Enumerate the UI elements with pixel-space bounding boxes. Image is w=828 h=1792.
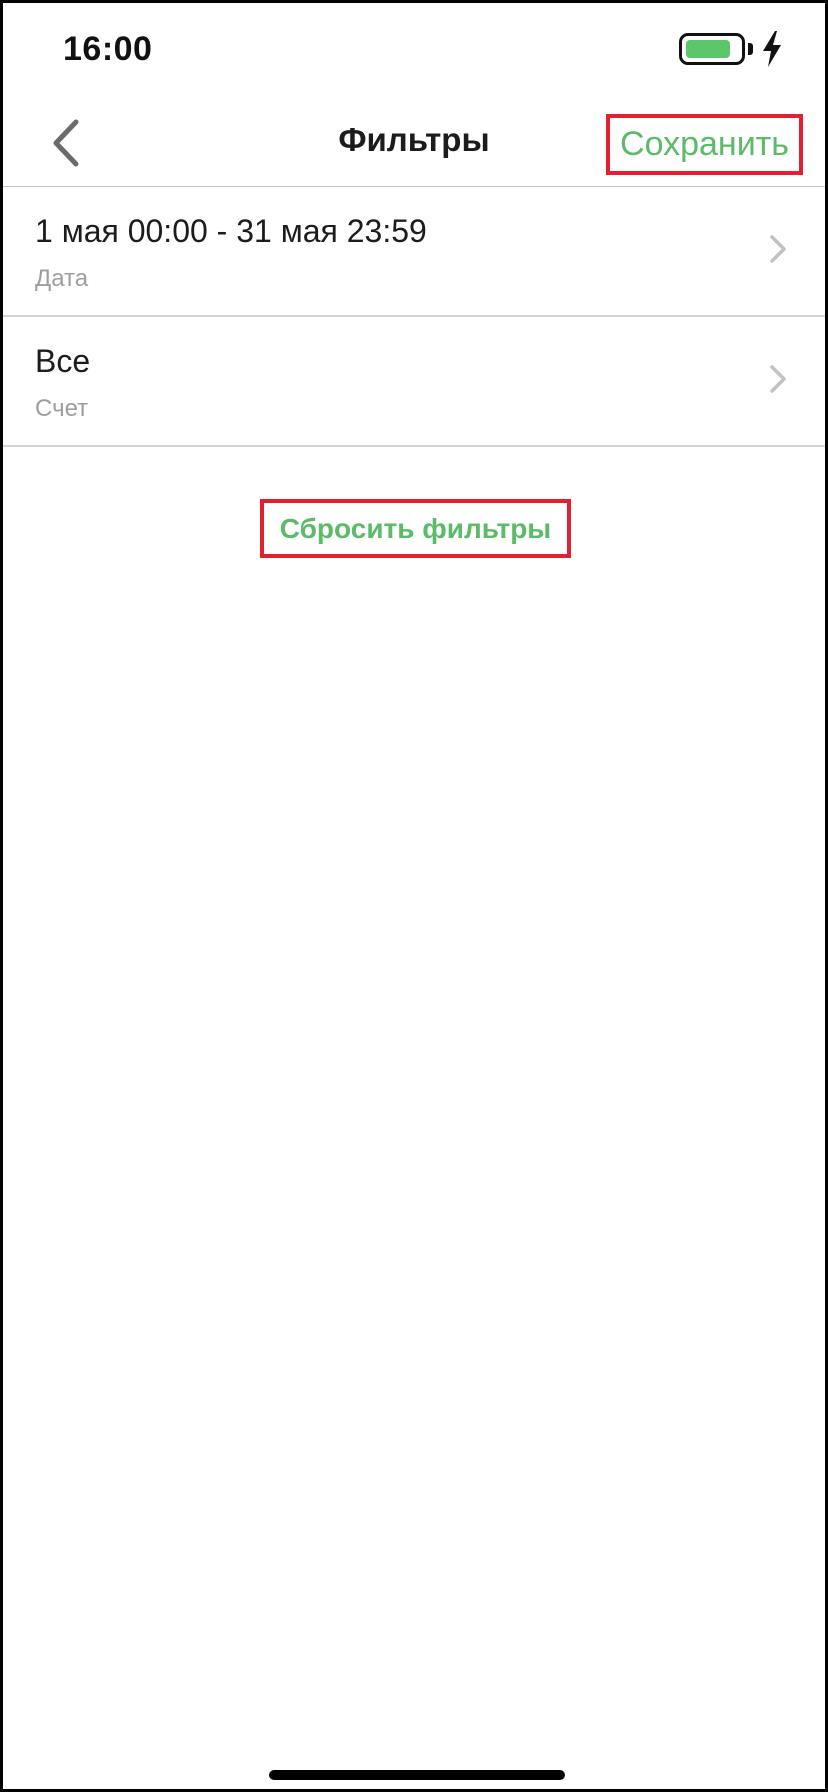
home-indicator[interactable]: [269, 1770, 565, 1780]
battery-level: [686, 40, 730, 58]
chevron-right-icon: [770, 235, 786, 263]
battery-terminal: [748, 43, 753, 55]
status-time: 16:00: [63, 30, 153, 68]
reset-filters-button[interactable]: Сбросить фильтры: [260, 499, 571, 558]
filter-row-date[interactable]: 1 мая 00:00 - 31 мая 23:59 Дата: [3, 187, 825, 317]
chevron-right-icon: [770, 365, 786, 393]
account-value: Все: [35, 343, 91, 379]
date-caption: Дата: [35, 265, 89, 292]
save-button[interactable]: Сохранить: [606, 114, 803, 175]
charging-bolt-icon: [763, 31, 781, 67]
account-caption: Счет: [35, 395, 89, 422]
filter-row-account[interactable]: Все Счет: [3, 317, 825, 447]
date-range-value: 1 мая 00:00 - 31 мая 23:59: [35, 213, 427, 249]
battery-icon: [679, 33, 745, 65]
screen: 16:00 Фильтры Сохранить 1 мая 00:00 - 31…: [0, 0, 828, 1792]
